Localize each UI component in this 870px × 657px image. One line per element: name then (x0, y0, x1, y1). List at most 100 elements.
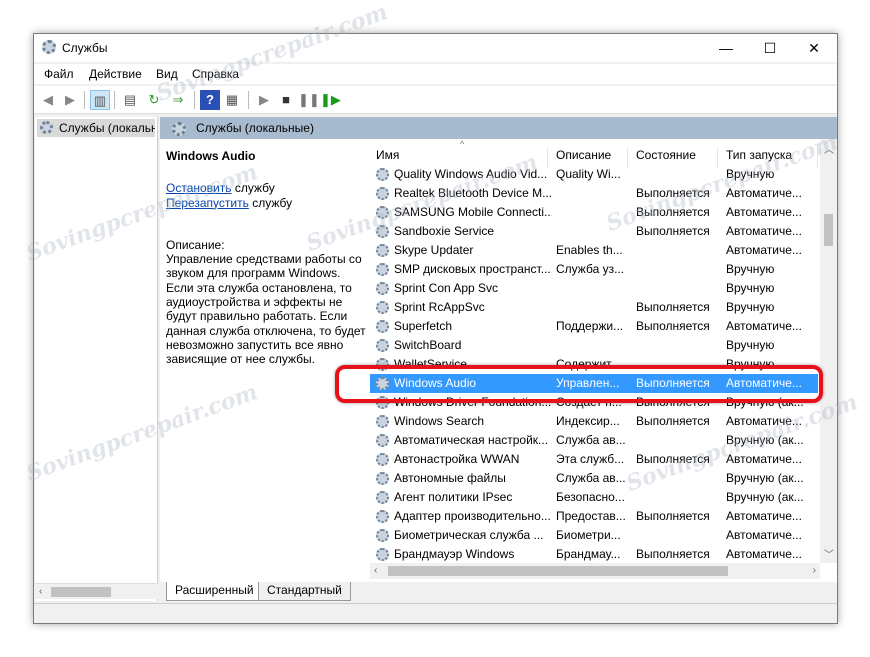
close-button[interactable]: ✕ (792, 34, 836, 62)
show-hide-console-tree-icon[interactable]: ▥ (90, 90, 110, 110)
help-icon[interactable]: ? (200, 90, 220, 110)
list-header: ^ Имя Описание Состояние Тип запуска (370, 139, 820, 168)
stop-service-link[interactable]: Остановить (166, 181, 232, 195)
service-name: Skype Updater (394, 243, 474, 257)
service-status: Выполняется (636, 414, 710, 428)
service-row[interactable]: Автоматическая настройк... Служба ав... Вр… (370, 431, 818, 450)
service-name: Superfetch (394, 319, 453, 333)
tree-item-services-local[interactable]: Службы (локальные) (37, 119, 155, 137)
services-pane: Службы (локальные) Windows Audio Останов… (160, 117, 837, 601)
service-description: Служба уз... (556, 262, 625, 276)
window-title: Службы (62, 41, 108, 55)
service-description: Брандмау... (556, 547, 621, 561)
services-gear-icon (42, 40, 56, 54)
service-row[interactable]: Адаптер производительно... Предостав... Вы… (370, 507, 818, 526)
maximize-button[interactable]: ☐ (748, 34, 792, 62)
service-gear-icon (376, 529, 389, 542)
service-name: Sandboxie Service (394, 224, 495, 238)
service-gear-icon (376, 548, 389, 561)
service-startup-type: Вручную (726, 281, 775, 295)
service-description: Предостав... (556, 509, 626, 523)
service-row[interactable]: Quality Windows Audio Vid... Quality Wi..… (370, 165, 818, 184)
service-startup-type: Вручную (ак... (726, 433, 804, 447)
view-tabs: Расширенный Стандартный (160, 582, 837, 601)
service-gear-icon (376, 187, 389, 200)
refresh-icon[interactable]: ↻ (144, 90, 164, 110)
menu-view[interactable]: Вид (156, 67, 178, 81)
menu-bar: Файл Действие Вид Справка (34, 64, 837, 84)
action-pane-icon[interactable]: ▦ (222, 90, 242, 110)
title-bar: Службы — ☐ ✕ (34, 34, 837, 62)
restart-service-icon[interactable]: ❚▶ (320, 90, 341, 110)
service-row[interactable]: Агент политики IPsec Безопасно... Вручную … (370, 488, 818, 507)
service-name: Агент политики IPsec (394, 490, 513, 504)
service-name: Автонастройка WWAN (394, 452, 520, 466)
start-service-icon[interactable]: ▶ (254, 90, 274, 110)
service-gear-icon (376, 225, 389, 238)
service-description: Enables th... (556, 243, 623, 257)
service-gear-icon (376, 510, 389, 523)
service-name: Quality Windows Audio Vid... (394, 167, 548, 181)
forward-arrow-icon[interactable]: ▶ (60, 90, 80, 110)
service-startup-type: Автоматиче... (726, 205, 802, 219)
back-arrow-icon[interactable]: ◀ (38, 90, 58, 110)
pane-header: Службы (локальные) (160, 117, 837, 139)
service-status: Выполняется (636, 224, 710, 238)
properties-icon[interactable]: ▤ (120, 90, 140, 110)
service-gear-icon (376, 472, 389, 485)
service-description: Поддержи... (556, 319, 624, 333)
service-row[interactable]: Sandboxie Service Выполняется Автоматиче..… (370, 222, 818, 241)
menu-file[interactable]: Файл (44, 67, 74, 81)
menu-help[interactable]: Справка (192, 67, 239, 81)
service-status: Выполняется (636, 509, 710, 523)
menu-action[interactable]: Действие (89, 67, 142, 81)
export-list-icon[interactable]: ⇒ (168, 90, 188, 110)
service-row[interactable]: Skype Updater Enables th... Автоматиче... (370, 241, 818, 260)
service-name: Биометрическая служба ... (394, 528, 544, 542)
service-startup-type: Автоматиче... (726, 528, 802, 542)
vertical-scrollbar[interactable]: ︿ ﹀ (820, 139, 837, 563)
service-startup-type: Автоматиче... (726, 224, 802, 238)
service-status: Выполняется (636, 452, 710, 466)
gear-icon (40, 121, 53, 134)
service-description: Служба ав... (556, 471, 626, 485)
minimize-button[interactable]: — (704, 34, 748, 62)
service-row[interactable]: Автономные файлы Служба ав... Вручную (ак.… (370, 469, 818, 488)
services-window: Службы — ☐ ✕ Файл Действие Вид Справка ◀… (33, 33, 838, 624)
toolbar: ◀ ▶ ▥ ▤ ↻ ⇒ ? ▦ ▶ ■ ❚❚ ❚▶ (34, 86, 837, 114)
status-bar (34, 603, 837, 623)
service-row[interactable]: Биометрическая служба ... Биометри... Авто… (370, 526, 818, 545)
service-gear-icon (376, 263, 389, 276)
service-row[interactable]: SwitchBoard Вручную (370, 336, 818, 355)
service-name: Адаптер производительно... (394, 509, 551, 523)
service-row[interactable]: Windows Search Индексир... Выполняется Авто… (370, 412, 818, 431)
service-gear-icon (376, 415, 389, 428)
service-row[interactable]: Sprint RcAppSvc Выполняется Вручную (370, 298, 818, 317)
pane-title: Службы (локальные) (196, 121, 314, 135)
tab-extended[interactable]: Расширенный (166, 582, 263, 601)
restart-service-link[interactable]: Перезапустить (166, 196, 249, 210)
service-startup-type: Автоматиче... (726, 243, 802, 257)
service-row[interactable]: Sprint Con App Svc Вручную (370, 279, 818, 298)
horizontal-scrollbar[interactable]: ‹ › (370, 563, 820, 579)
description-label: Описание: (166, 237, 225, 252)
pause-service-icon[interactable]: ❚❚ (298, 90, 320, 110)
service-startup-type: Вручную (726, 300, 775, 314)
service-row[interactable]: Superfetch Поддержи... Выполняется Автомати… (370, 317, 818, 336)
service-row[interactable]: SAMSUNG Mobile Connecti... Выполняется Авт… (370, 203, 818, 222)
service-name: SAMSUNG Mobile Connecti... (394, 205, 552, 219)
service-row[interactable]: Realtek Bluetooth Device M... Выполняется… (370, 184, 818, 203)
service-startup-type: Вручную (ак... (726, 471, 804, 485)
service-gear-icon (376, 206, 389, 219)
tree-horizontal-scrollbar[interactable]: ‹ (35, 583, 158, 599)
service-startup-type: Вручную (726, 338, 775, 352)
service-gear-icon (376, 244, 389, 257)
service-row[interactable]: SMP дисковых пространст... Служба уз... Вр… (370, 260, 818, 279)
tab-standard[interactable]: Стандартный (258, 582, 351, 601)
service-startup-type: Автоматиче... (726, 509, 802, 523)
service-description: Служба ав... (556, 433, 626, 447)
stop-service-icon[interactable]: ■ (276, 90, 296, 110)
service-row[interactable]: Автонастройка WWAN Эта служб... Выполняетс… (370, 450, 818, 469)
service-startup-type: Автоматиче... (726, 186, 802, 200)
service-row[interactable]: Брандмауэр Windows Брандмау... Выполняется… (370, 545, 818, 563)
